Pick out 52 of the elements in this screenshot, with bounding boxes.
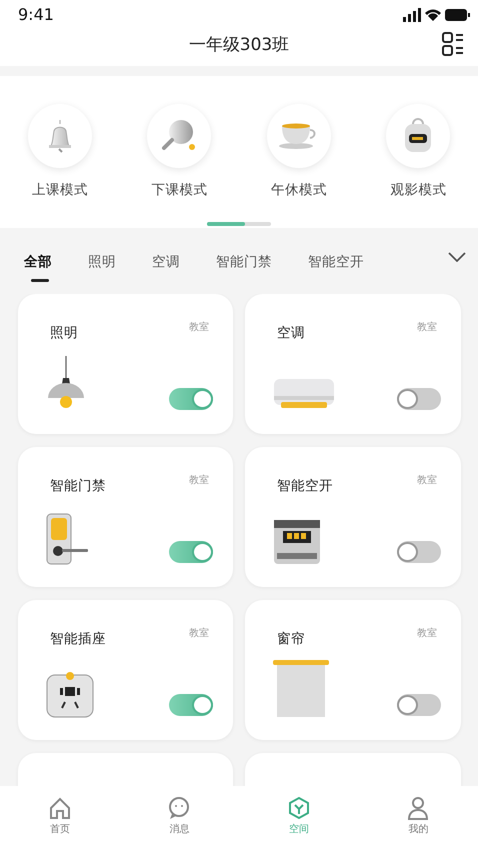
- mode-label: 下课模式: [151, 181, 208, 200]
- device-name: 空调: [277, 325, 305, 341]
- curtain-icon: [273, 660, 329, 718]
- wifi-icon: [425, 8, 441, 22]
- device-card[interactable]: 智能空开 教室: [245, 447, 461, 587]
- room-label: 教室: [189, 626, 209, 641]
- toggle-switch[interactable]: [169, 541, 213, 563]
- device-name: 智能空开: [277, 478, 333, 494]
- room-label: 教室: [417, 320, 437, 335]
- room-label: 教室: [189, 320, 209, 335]
- door-lock-icon: [46, 513, 90, 565]
- toggle-switch[interactable]: [169, 694, 213, 716]
- toggle-switch[interactable]: [397, 541, 441, 563]
- room-label: 教室: [189, 474, 209, 488]
- category-tab[interactable]: 全部: [24, 252, 52, 282]
- chat-bubble-icon: [167, 796, 192, 820]
- category-tab[interactable]: 智能空开: [308, 252, 364, 282]
- mode-label: 上课模式: [32, 181, 88, 200]
- device-card[interactable]: 智能插座 教室: [18, 600, 233, 740]
- device-card[interactable]: 空调 教室: [245, 294, 461, 434]
- device-name: 智能插座: [50, 631, 106, 647]
- device-card[interactable]: 照明 教室: [18, 294, 233, 434]
- tab-bar-item[interactable]: 消息: [120, 796, 239, 850]
- device-card[interactable]: 智能门禁 教室: [18, 447, 233, 587]
- page-title: 一年级303班: [188, 34, 290, 58]
- toggle-switch[interactable]: [397, 694, 441, 716]
- page-indicator: [207, 222, 271, 226]
- tab-bar-item[interactable]: 我的: [358, 796, 478, 850]
- device-name: 窗帘: [277, 631, 305, 647]
- category-tab[interactable]: 照明: [88, 252, 116, 282]
- toggle-switch[interactable]: [397, 388, 441, 410]
- home-icon: [48, 796, 72, 820]
- signal-icon: [403, 8, 421, 22]
- category-tab[interactable]: 空调: [152, 252, 180, 282]
- battery-icon: [445, 9, 470, 21]
- cube-icon: [286, 796, 311, 820]
- person-icon: [406, 796, 430, 820]
- mode-label: 午休模式: [270, 181, 327, 200]
- room-label: 教室: [417, 626, 437, 641]
- device-name: 照明: [50, 325, 78, 341]
- status-time: 9:41: [18, 4, 54, 26]
- category-tab[interactable]: 智能门禁: [216, 252, 272, 282]
- device-card[interactable]: 窗帘 教室: [245, 600, 461, 740]
- device-name: 智能门禁: [50, 478, 106, 494]
- room-label: 教室: [417, 474, 437, 488]
- tab-bar-item[interactable]: 首页: [0, 796, 120, 850]
- toggle-switch[interactable]: [169, 388, 213, 410]
- chevron-down-icon[interactable]: [448, 252, 466, 262]
- circuit-breaker-icon: [273, 519, 321, 565]
- mode-label: 观影模式: [390, 181, 446, 200]
- menu-icon[interactable]: [442, 32, 464, 56]
- power-socket-icon: [46, 670, 94, 718]
